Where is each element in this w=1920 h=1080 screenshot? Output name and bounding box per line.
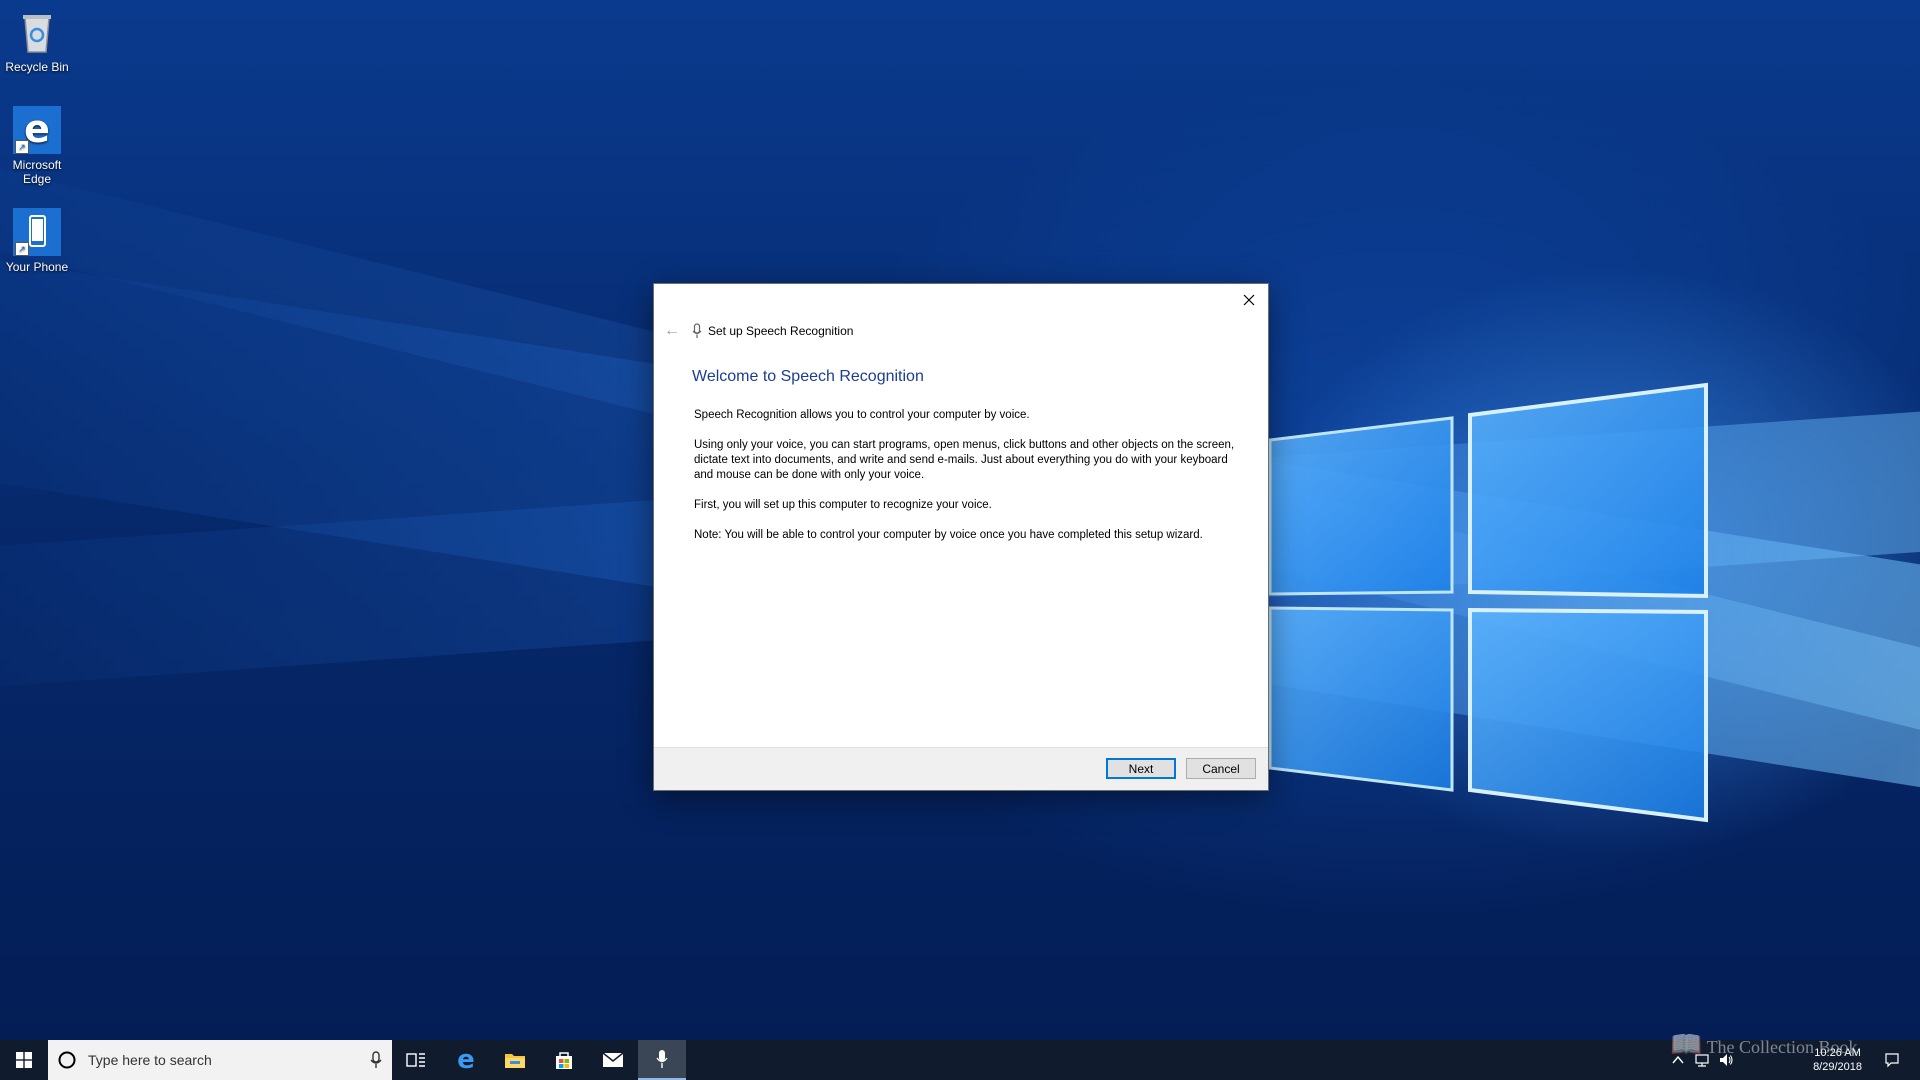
microphone-icon[interactable] xyxy=(368,1050,384,1070)
page-heading: Welcome to Speech Recognition xyxy=(692,368,924,385)
taskbar-speech-recognition-button[interactable] xyxy=(638,1040,686,1080)
desktop-icon-label: Recycle Bin xyxy=(5,60,69,74)
body-paragraph: Speech Recognition allows you to control… xyxy=(694,409,1030,421)
next-button[interactable]: Next xyxy=(1106,758,1176,779)
store-bag-icon xyxy=(556,1052,572,1069)
back-arrow-icon: ← xyxy=(664,322,680,339)
taskbar: Type here to search e 10:26 AM 8/29/2018 xyxy=(0,1040,1920,1080)
start-button[interactable] xyxy=(0,1040,48,1080)
watermark-text: The Collection Book xyxy=(1706,1037,1858,1057)
speech-recognition-setup-dialog: ← Set up Speech Recognition Welcome to S… xyxy=(653,283,1269,791)
cortana-icon xyxy=(58,1051,76,1069)
desktop-icon-your-phone[interactable]: ↗ Your Phone xyxy=(2,208,72,274)
windows-start-icon xyxy=(16,1052,32,1068)
body-paragraph: First, you will set up this computer to … xyxy=(694,499,992,511)
phone-icon: ↗ xyxy=(13,208,61,256)
back-button[interactable]: ← xyxy=(662,321,682,341)
dialog-footer: Next Cancel xyxy=(654,747,1268,790)
body-paragraph: Note: You will be able to control your c… xyxy=(694,529,1203,541)
microsoft-edge-icon: e xyxy=(457,1045,475,1075)
microphone-icon xyxy=(690,322,704,340)
taskbar-edge-button[interactable]: e xyxy=(442,1040,490,1080)
shortcut-arrow-icon: ↗ xyxy=(15,242,29,256)
folder-icon xyxy=(505,1054,525,1068)
dialog-body: Speech Recognition allows you to control… xyxy=(694,408,1244,558)
watermark: 📖 The Collection Book xyxy=(1670,1030,1858,1060)
recycle-bin-icon xyxy=(13,8,61,56)
taskbar-mail-button[interactable] xyxy=(589,1040,637,1080)
microsoft-edge-icon: e ↗ xyxy=(13,106,61,154)
book-logo-icon: 📖 xyxy=(1670,1030,1703,1059)
close-icon xyxy=(1243,294,1255,306)
body-paragraph: Using only your voice, you can start pro… xyxy=(694,439,1235,481)
close-button[interactable] xyxy=(1232,286,1266,314)
dialog-title: Set up Speech Recognition xyxy=(708,324,854,338)
dialog-header: ← Set up Speech Recognition xyxy=(662,320,853,342)
clock-date: 8/29/2018 xyxy=(1813,1061,1862,1073)
desktop-icon-label: Your Phone xyxy=(5,260,69,274)
action-center-icon[interactable] xyxy=(1884,1052,1900,1068)
search-placeholder: Type here to search xyxy=(88,1052,212,1068)
taskbar-store-button[interactable] xyxy=(540,1040,588,1080)
shortcut-arrow-icon: ↗ xyxy=(15,140,29,154)
taskbar-search-box[interactable]: Type here to search xyxy=(48,1040,392,1080)
desktop-icon-recycle-bin[interactable]: Recycle Bin xyxy=(2,8,72,74)
taskbar-file-explorer-button[interactable] xyxy=(491,1040,539,1080)
cancel-button[interactable]: Cancel xyxy=(1186,758,1256,779)
task-view-icon xyxy=(406,1053,425,1067)
desktop-icon-microsoft-edge[interactable]: e ↗ Microsoft Edge xyxy=(2,106,72,186)
desktop-icon-label: Microsoft Edge xyxy=(12,158,62,186)
microphone-icon xyxy=(656,1050,668,1068)
mail-envelope-icon xyxy=(602,1052,624,1067)
task-view-button[interactable] xyxy=(392,1040,440,1080)
